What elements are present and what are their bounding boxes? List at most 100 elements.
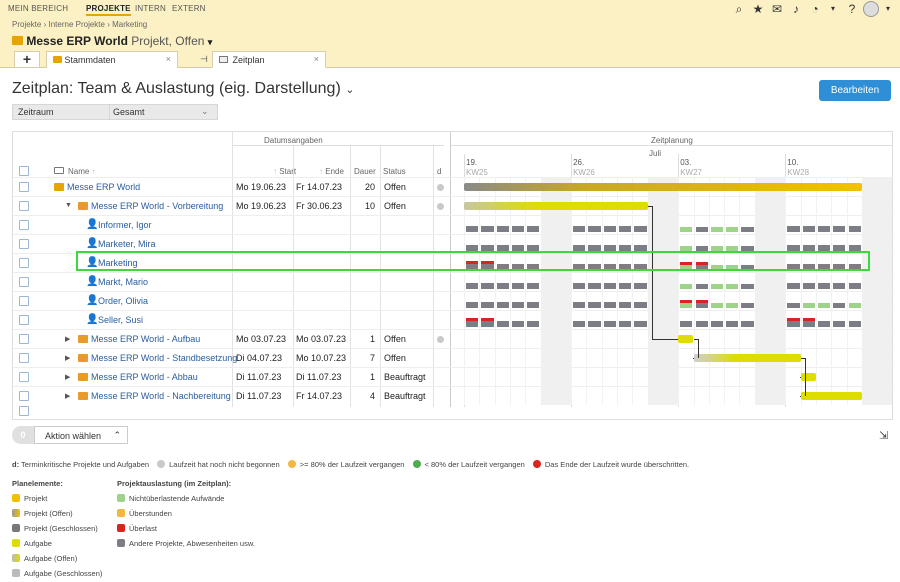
day-divider bbox=[509, 177, 511, 405]
star-icon[interactable]: ★ bbox=[751, 2, 765, 16]
row-checkbox[interactable] bbox=[19, 201, 29, 211]
load-bar bbox=[481, 321, 494, 327]
row-checkbox[interactable] bbox=[19, 258, 29, 268]
nav-extern[interactable]: EXTERN bbox=[172, 4, 206, 13]
task-bar[interactable] bbox=[464, 202, 648, 210]
close-icon[interactable]: × bbox=[314, 54, 319, 64]
load-bar bbox=[848, 283, 861, 289]
row-checkbox[interactable] bbox=[19, 334, 29, 344]
row-name[interactable]: Markt, Mario bbox=[98, 277, 148, 287]
row-checkbox[interactable] bbox=[19, 220, 29, 230]
row-checkbox[interactable] bbox=[19, 372, 29, 382]
load-bar bbox=[619, 226, 632, 232]
load-over-bar bbox=[481, 318, 494, 321]
row-status: Beauftragt bbox=[384, 391, 426, 401]
row-name[interactable]: Marketer, Mira bbox=[98, 239, 156, 249]
row-name[interactable]: Order, Olivia bbox=[98, 296, 148, 306]
legend-d-item: >= 80% der Laufzeit vergangen bbox=[299, 460, 405, 469]
load-bar bbox=[833, 321, 846, 327]
row-name[interactable]: Messe ERP World - Standbesetzung bbox=[91, 353, 237, 363]
pin-icon[interactable]: ⊣ bbox=[200, 54, 208, 65]
help-icon[interactable]: ? bbox=[845, 2, 859, 16]
col-end-header[interactable]: ↑ Ende bbox=[319, 167, 344, 176]
load-over-bar bbox=[787, 318, 800, 321]
day-divider bbox=[739, 177, 741, 405]
col-status-header[interactable]: Status bbox=[383, 167, 406, 176]
avatar[interactable] bbox=[863, 1, 879, 17]
expand-icon[interactable]: ▶ bbox=[65, 335, 70, 343]
row-checkbox[interactable] bbox=[19, 277, 29, 287]
new-row-checkbox[interactable] bbox=[19, 406, 29, 416]
group-header-plan-label: Zeitplanung bbox=[651, 136, 693, 145]
nav-intern[interactable]: INTERN bbox=[135, 4, 166, 13]
row-checkbox[interactable] bbox=[19, 239, 29, 249]
legend-load-title: Projektauslastung (im Zeitplan): bbox=[117, 479, 232, 488]
load-bar bbox=[695, 303, 708, 308]
timer-icon[interactable]: ◔ bbox=[808, 2, 822, 16]
chevron-down-icon[interactable]: ▾ bbox=[881, 2, 895, 16]
app-header: MEIN BEREICH PROJEKTE INTERN EXTERN ⌕ ★ … bbox=[0, 0, 900, 68]
expand-icon[interactable]: ▶ bbox=[65, 373, 70, 381]
expand-icon[interactable]: ▶ bbox=[65, 354, 70, 362]
project-bar[interactable] bbox=[464, 183, 862, 191]
action-select[interactable]: Aktion wählen ⌃ bbox=[34, 426, 128, 444]
day-divider bbox=[494, 177, 496, 405]
row-name[interactable]: Seller, Susi bbox=[98, 315, 143, 325]
task-icon bbox=[78, 392, 88, 400]
row-name[interactable]: Messe ERP World - Nachbereitung bbox=[91, 391, 231, 401]
row-name[interactable]: Messe ERP World - Abbau bbox=[91, 372, 198, 382]
bell-icon[interactable]: ♪ bbox=[789, 2, 803, 16]
row-name[interactable]: Messe ERP World bbox=[67, 182, 140, 192]
tab-stammdaten[interactable]: Stammdaten × bbox=[46, 51, 178, 68]
add-tab-button[interactable]: + bbox=[14, 51, 40, 68]
load-bar bbox=[496, 302, 509, 308]
expand-icon[interactable]: ▶ bbox=[65, 392, 70, 400]
row-status: Offen bbox=[384, 182, 406, 192]
task-bar[interactable] bbox=[800, 392, 862, 400]
collapse-icon[interactable]: ▼ bbox=[65, 202, 72, 209]
col-d-header[interactable]: d bbox=[437, 167, 441, 176]
chevron-down-icon[interactable]: ▾ bbox=[208, 37, 213, 47]
row-checkbox[interactable] bbox=[19, 182, 29, 192]
row-start: Di 04.07.23 bbox=[236, 353, 283, 363]
edit-button[interactable]: Bearbeiten bbox=[819, 80, 891, 101]
gantt-grid: Datumsangaben Zeitplanung Juli Name ↑ ↑ … bbox=[12, 131, 894, 420]
breadcrumb-item[interactable]: Marketing bbox=[112, 20, 147, 29]
nav-projekte[interactable]: PROJEKTE bbox=[86, 4, 131, 16]
breadcrumb-item[interactable]: Interne Projekte bbox=[48, 20, 104, 29]
zeitraum-filter[interactable]: Zeitraum Gesamt ⌄ bbox=[12, 104, 218, 120]
filter-label: Zeitraum bbox=[18, 107, 54, 117]
row-name[interactable]: Informer, Igor bbox=[98, 220, 152, 230]
load-bar bbox=[527, 302, 540, 308]
chevron-down-icon[interactable]: ⌄ bbox=[345, 84, 354, 96]
status-dot-icon bbox=[437, 184, 444, 191]
row-checkbox[interactable] bbox=[19, 353, 29, 363]
mail-icon[interactable]: ✉ bbox=[770, 2, 784, 16]
row-name[interactable]: Messe ERP World - Aufbau bbox=[91, 334, 200, 344]
breadcrumb-item[interactable]: Projekte bbox=[12, 20, 41, 29]
task-bar[interactable] bbox=[678, 335, 694, 343]
row-checkbox[interactable] bbox=[19, 391, 29, 401]
close-icon[interactable]: × bbox=[166, 54, 171, 64]
task-bar[interactable] bbox=[800, 373, 816, 381]
group-header-dates: Datumsangaben bbox=[232, 132, 444, 146]
load-bar bbox=[802, 283, 815, 289]
search-icon[interactable]: ⌕ bbox=[732, 2, 746, 16]
row-name[interactable]: Messe ERP World - Vorbereitung bbox=[91, 201, 223, 211]
row-checkbox[interactable] bbox=[19, 315, 29, 325]
nav-mein-bereich[interactable]: MEIN BEREICH bbox=[8, 4, 68, 13]
load-bar bbox=[573, 283, 586, 289]
select-all-checkbox[interactable] bbox=[19, 166, 29, 176]
tab-zeitplan[interactable]: Zeitplan × bbox=[212, 51, 326, 68]
chevron-down-icon[interactable]: ▾ bbox=[826, 2, 840, 16]
legend-d-prefix: d: bbox=[12, 460, 20, 469]
load-bar bbox=[527, 321, 540, 327]
page-title: Zeitplan: Team & Auslastung (eig. Darste… bbox=[12, 80, 354, 98]
row-checkbox[interactable] bbox=[19, 296, 29, 306]
col-name-header[interactable]: Name ↑ bbox=[68, 167, 96, 176]
load-bar bbox=[481, 283, 494, 289]
export-icon[interactable]: ⇲ bbox=[879, 429, 888, 442]
alert-circle-icon bbox=[532, 460, 541, 468]
col-duration-header[interactable]: Dauer bbox=[354, 167, 376, 176]
task-bar[interactable] bbox=[693, 354, 801, 362]
